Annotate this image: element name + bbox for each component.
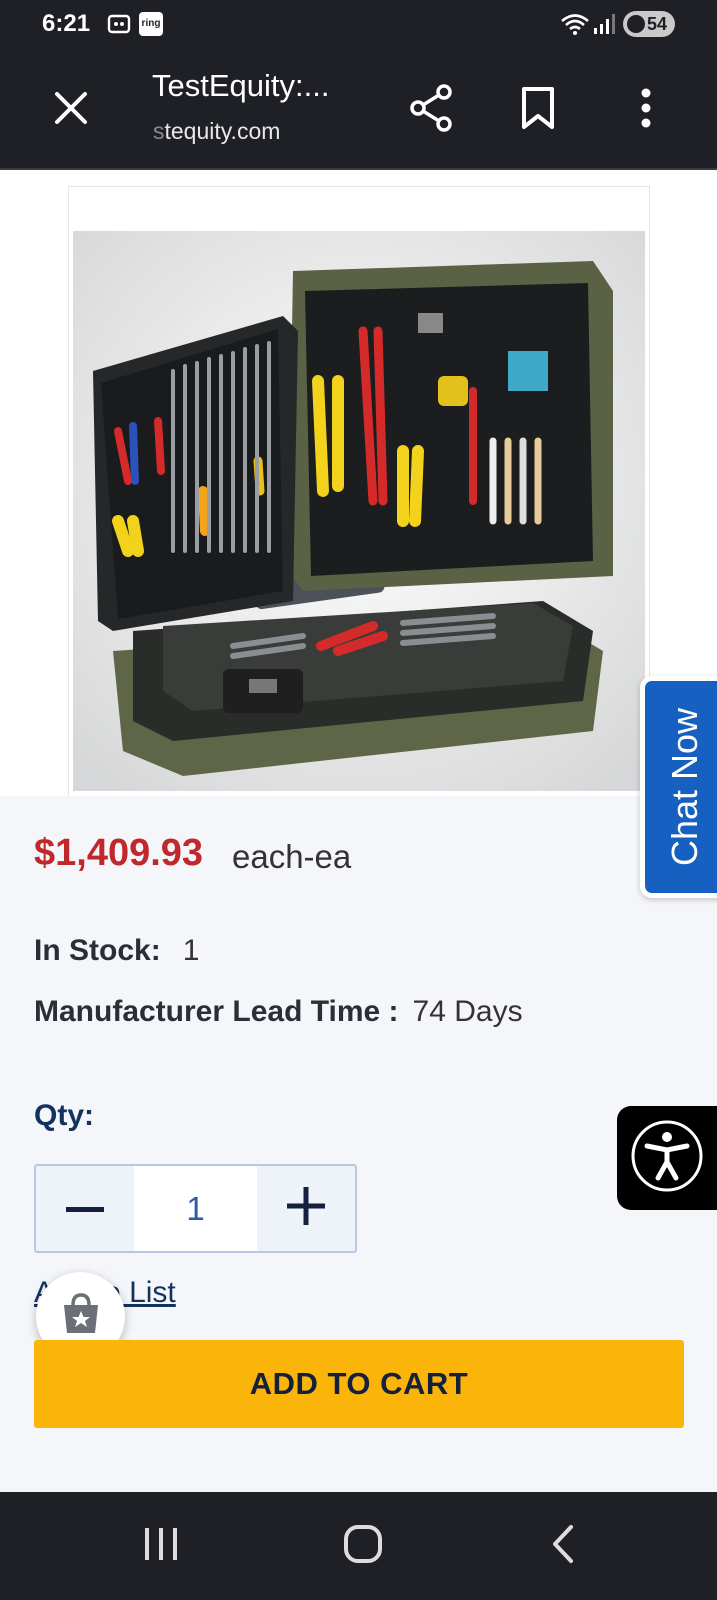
- stock-row: In Stock: 1: [34, 934, 199, 968]
- accessibility-button[interactable]: [617, 1106, 717, 1210]
- browser-toolbar: TestEquity:... stequity.com: [0, 50, 717, 170]
- bookmark-button[interactable]: [510, 82, 566, 138]
- more-vert-icon: [640, 88, 652, 133]
- lead-time-label: Manufacturer Lead Time :: [34, 995, 399, 1028]
- stock-value: 1: [182, 934, 200, 967]
- recent-apps-icon: [143, 1526, 179, 1567]
- quantity-stepper: 1: [34, 1164, 357, 1253]
- product-image-frame: [68, 186, 650, 826]
- qty-increase-button[interactable]: [257, 1166, 355, 1251]
- product-image[interactable]: [73, 231, 645, 791]
- recent-apps-button[interactable]: [131, 1518, 191, 1574]
- back-button[interactable]: [533, 1518, 593, 1574]
- url-faded-part: s: [153, 118, 165, 144]
- share-icon: [410, 83, 454, 137]
- home-button[interactable]: [333, 1518, 393, 1574]
- lead-time-value: 74 Days: [412, 995, 523, 1028]
- screen-record-icon: [106, 12, 132, 41]
- product-price: $1,409.93: [34, 832, 204, 874]
- page-content: $1,409.93 each-ea In Stock: 1 Manufacture…: [0, 170, 717, 1492]
- url-domain: tequity.com: [164, 118, 281, 144]
- signal-icon: [592, 12, 616, 41]
- system-nav-bar: [0, 1492, 717, 1600]
- more-options-button[interactable]: [618, 82, 674, 138]
- stock-label: In Stock:: [34, 934, 161, 967]
- bookmark-icon: [520, 86, 556, 135]
- status-bar: 6:21 ring 54: [0, 0, 717, 50]
- wifi-icon: [560, 12, 590, 41]
- product-info-panel: $1,409.93 each-ea In Stock: 1 Manufacture…: [0, 796, 717, 1492]
- shopping-bag-icon: [58, 1291, 104, 1342]
- close-button[interactable]: [43, 82, 99, 138]
- lead-time-row: Manufacturer Lead Time : 74 Days: [34, 995, 523, 1029]
- page-title: TestEquity:...: [152, 68, 330, 103]
- close-icon: [53, 90, 89, 131]
- page-url: stequity.com: [153, 118, 280, 145]
- back-icon: [549, 1524, 577, 1569]
- battery-icon: 54: [623, 11, 675, 37]
- status-time: 6:21: [42, 10, 91, 37]
- qty-decrease-button[interactable]: [36, 1166, 134, 1251]
- battery-level: 54: [646, 14, 667, 34]
- minus-icon: [66, 1200, 105, 1218]
- qty-input[interactable]: 1: [134, 1166, 257, 1251]
- chat-now-label: Chat Now: [664, 707, 705, 867]
- accessibility-icon: [629, 1118, 705, 1199]
- add-to-cart-button[interactable]: ADD TO CART: [34, 1340, 684, 1428]
- price-unit: each-ea: [232, 838, 352, 875]
- home-icon: [343, 1524, 383, 1569]
- share-button[interactable]: [404, 82, 460, 138]
- plus-icon: [286, 1187, 325, 1230]
- chat-now-tab[interactable]: Chat Now: [640, 676, 717, 898]
- qty-label: Qty:: [34, 1099, 94, 1132]
- ring-app-icon: ring: [139, 12, 163, 36]
